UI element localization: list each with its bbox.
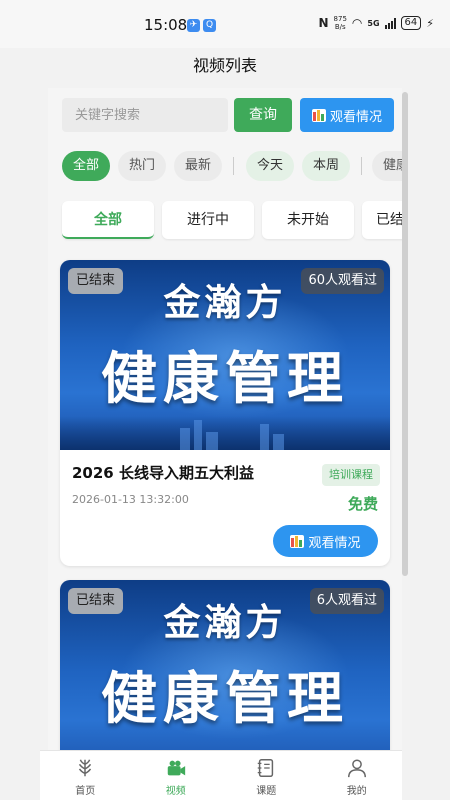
video-card[interactable]: 金瀚方 健康管理 已结束 6人观看过 bbox=[60, 580, 390, 750]
video-camera-icon bbox=[167, 760, 185, 776]
nav-video-label: 视频 bbox=[165, 786, 186, 797]
nfc-icon: N bbox=[318, 16, 329, 30]
bar-chart-icon bbox=[290, 534, 305, 548]
chip-divider bbox=[233, 157, 234, 175]
view-count-badge: 6人观看过 bbox=[309, 588, 384, 614]
view-count-badge: 60人观看过 bbox=[301, 268, 384, 294]
card-watch-stats-label: 观看情况 bbox=[308, 535, 361, 551]
status-indicators: N 875 B/s ◠ 5G 64 ⚡ bbox=[318, 15, 434, 31]
page-title: 视频列表 bbox=[192, 56, 257, 75]
nav-profile-label: 我的 bbox=[346, 786, 367, 797]
thumbnail-headline-text: 健康管理 bbox=[101, 667, 349, 732]
video-thumbnail[interactable]: 金瀚方 健康管理 已结束 60人观看过 bbox=[60, 260, 390, 450]
tab-ended[interactable]: 已结束 bbox=[362, 201, 402, 239]
chip-hot[interactable]: 热门 bbox=[118, 151, 166, 181]
video-card[interactable]: 金瀚方 健康管理 已结束 60人观看过 2026 长线导入期五大利益 培训课程 … bbox=[60, 260, 390, 566]
signal-icon bbox=[384, 17, 396, 29]
nav-topics-label: 课题 bbox=[256, 786, 277, 797]
video-list-page[interactable]: 查询 观看情况 全部 热门 最新 今天 本周 健康 全部 进行中 未开始 已结束 bbox=[48, 88, 402, 750]
nav-home-label: 首页 bbox=[75, 786, 96, 797]
notebook-icon bbox=[258, 759, 274, 777]
category-tag: 培训课程 bbox=[322, 464, 380, 486]
chip-health[interactable]: 健康 bbox=[372, 151, 402, 181]
watch-stats-button[interactable]: 观看情况 bbox=[300, 98, 394, 132]
app-notification-icon: ✈ bbox=[187, 19, 200, 32]
chip-divider bbox=[361, 157, 362, 175]
chip-this-week[interactable]: 本周 bbox=[302, 151, 350, 181]
video-thumbnail[interactable]: 金瀚方 健康管理 已结束 6人观看过 bbox=[60, 580, 390, 750]
status-badge: 已结束 bbox=[68, 268, 124, 294]
home-wheat-icon bbox=[79, 759, 92, 777]
user-icon bbox=[347, 759, 366, 778]
bar-chart-icon bbox=[311, 108, 326, 122]
chip-today[interactable]: 今天 bbox=[246, 151, 294, 181]
query-button[interactable]: 查询 bbox=[234, 98, 292, 132]
video-time: 2026-01-13 13:32:00 bbox=[72, 493, 189, 506]
bottom-nav: 首页 视频 课题 我的 bbox=[40, 750, 402, 800]
wifi-icon: ◠ bbox=[351, 16, 363, 30]
video-price: 免费 bbox=[347, 495, 378, 513]
filter-chips: 全部 热门 最新 今天 本周 健康 bbox=[62, 151, 402, 183]
nav-video[interactable]: 视频 bbox=[131, 751, 222, 800]
tab-not-started[interactable]: 未开始 bbox=[262, 201, 354, 239]
scrollbar[interactable] bbox=[402, 92, 408, 576]
network-speed: 875 B/s bbox=[333, 15, 347, 31]
status-bar: 15:08 ✈ Q N 875 B/s ◠ 5G 64 ⚡ bbox=[0, 0, 450, 48]
thumbnail-headline-text: 健康管理 bbox=[101, 347, 349, 412]
tab-in-progress[interactable]: 进行中 bbox=[162, 201, 254, 239]
search-notification-icon: Q bbox=[203, 19, 216, 32]
card-watch-stats-button[interactable]: 观看情况 bbox=[273, 525, 378, 557]
network-type: 5G bbox=[367, 18, 380, 28]
chip-latest[interactable]: 最新 bbox=[174, 151, 222, 181]
video-title: 2026 长线导入期五大利益 bbox=[72, 464, 254, 482]
charging-icon: ⚡ bbox=[426, 16, 434, 30]
tab-all[interactable]: 全部 bbox=[62, 201, 154, 239]
battery-icon: 64 bbox=[400, 16, 422, 30]
thumbnail-skyline bbox=[60, 416, 390, 450]
nav-profile[interactable]: 我的 bbox=[312, 751, 403, 800]
nav-home[interactable]: 首页 bbox=[40, 751, 131, 800]
chip-all[interactable]: 全部 bbox=[62, 151, 110, 181]
search-input[interactable] bbox=[62, 98, 228, 132]
status-tabs: 全部 进行中 未开始 已结束 bbox=[62, 201, 402, 241]
nav-topics[interactable]: 课题 bbox=[221, 751, 312, 800]
status-time: 15:08 bbox=[144, 16, 188, 34]
status-badge: 已结束 bbox=[68, 588, 124, 614]
watch-stats-label: 观看情况 bbox=[329, 109, 382, 125]
